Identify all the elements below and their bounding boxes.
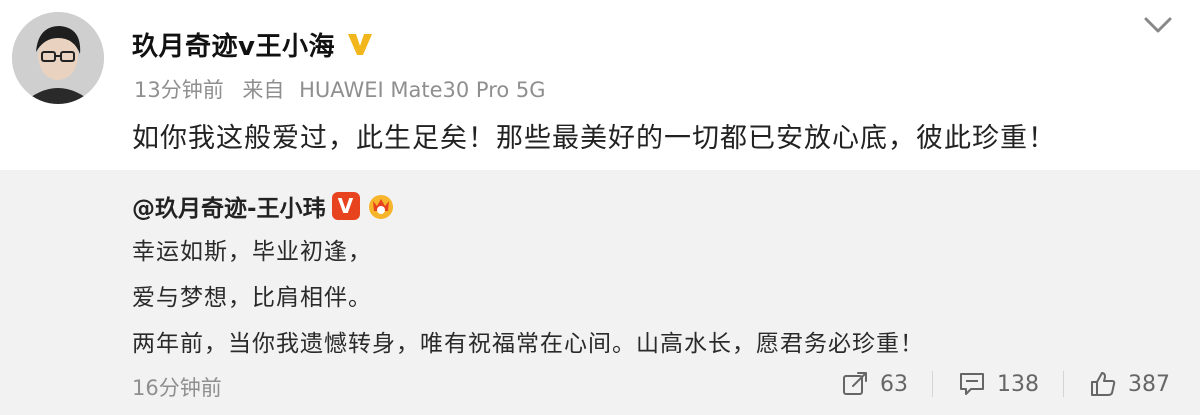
source-device: HUAWEI Mate30 Pro 5G: [299, 78, 546, 102]
avatar-image: [12, 12, 104, 104]
repost-card: @玖月奇迹-王小玮 V 幸运如斯，毕业初逢， 爱与梦想，比肩相伴。 两年前，当你…: [0, 170, 1200, 415]
chevron-down-icon[interactable]: [1138, 10, 1178, 40]
post-timestamp[interactable]: 13分钟前: [134, 78, 224, 102]
share-icon: [843, 372, 867, 395]
divider: [1063, 371, 1064, 397]
comment-icon: [960, 373, 984, 395]
like-button[interactable]: 387: [1088, 369, 1170, 399]
post-text: 如你我这般爱过，此生足矣！那些最美好的一切都已安放心底，彼此珍重！: [132, 123, 1056, 154]
repost-text-line: 爱与梦想，比肩相伴。: [132, 285, 372, 311]
weibo-post: 玖月奇迹v王小海 13分钟前 来自 HUAWEI Mate30 Pro 5G 如…: [0, 0, 1200, 415]
repost-header: @玖月奇迹-王小玮 V: [132, 188, 396, 224]
source-prefix: 来自: [242, 78, 285, 102]
post-meta: 13分钟前 来自 HUAWEI Mate30 Pro 5G: [134, 74, 546, 104]
verified-v-icon: [343, 27, 377, 61]
verified-badge-icon: V: [331, 192, 360, 220]
comment-button[interactable]: 138: [957, 369, 1039, 399]
thumbs-up-icon: [1091, 372, 1116, 396]
vip-crown-icon: [366, 191, 396, 221]
like-count: 387: [1128, 371, 1170, 397]
repost-timestamp[interactable]: 16分钟前: [132, 372, 222, 402]
author-name[interactable]: 玖月奇迹v王小海: [132, 26, 335, 63]
divider: [932, 371, 933, 397]
avatar[interactable]: [12, 12, 104, 104]
repost-text-line: 幸运如斯，毕业初逢，: [132, 239, 372, 265]
repost-author-handle[interactable]: @玖月奇迹-王小玮: [132, 189, 326, 223]
repost-text-line: 两年前，当你我遗憾转身，唯有祝福常在心间。山高水长，愿君务必珍重！: [132, 331, 924, 357]
comment-count: 138: [997, 371, 1039, 397]
share-button[interactable]: 63: [840, 369, 908, 399]
share-count: 63: [880, 371, 908, 397]
action-bar: 63 138 387: [816, 366, 1170, 402]
author-row: 玖月奇迹v王小海: [132, 24, 377, 64]
